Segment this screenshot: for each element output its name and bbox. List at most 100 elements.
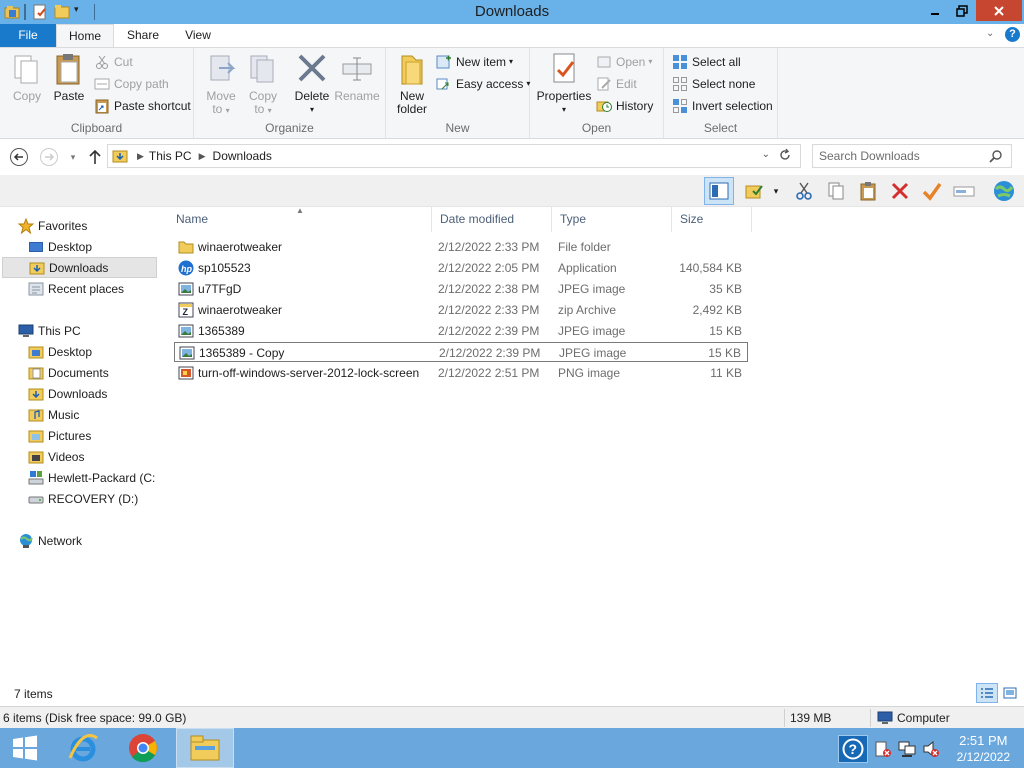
- tab-share[interactable]: Share: [116, 24, 170, 47]
- file-row[interactable]: 1365389 2/12/2022 2:39 PM JPEG image 15 …: [174, 321, 748, 341]
- open-button[interactable]: Open ▾: [596, 52, 652, 72]
- system-clock[interactable]: 2:51 PM 2/12/2022: [957, 733, 1010, 765]
- nav-pc-drive-c[interactable]: Hewlett-Packard (C:: [28, 467, 158, 488]
- nav-pc-pictures[interactable]: Pictures: [28, 425, 160, 446]
- volume-muted-tray-icon[interactable]: [922, 740, 940, 758]
- help-support-tray-button[interactable]: ?: [838, 735, 868, 763]
- edit-label: Edit: [616, 77, 637, 91]
- select-all-button[interactable]: Select all: [672, 52, 741, 72]
- file-row[interactable]: turn-off-windows-server-2012-lock-screen…: [174, 363, 748, 383]
- history-button[interactable]: History: [596, 96, 653, 116]
- file-row[interactable]: hp sp105523 2/12/2022 2:05 PM Applicatio…: [174, 258, 748, 278]
- nav-fav-downloads[interactable]: Downloads: [2, 257, 157, 278]
- nav-network[interactable]: Network: [18, 530, 160, 551]
- cut-button[interactable]: Cut: [94, 52, 133, 72]
- select-group-label: Select: [703, 121, 738, 135]
- copy-button[interactable]: Copy: [8, 52, 46, 103]
- easy-access-button[interactable]: Easy access ▾: [436, 74, 530, 94]
- file-row[interactable]: 1365389 - Copy 2/12/2022 2:39 PM JPEG im…: [174, 342, 748, 362]
- search-icon[interactable]: [989, 149, 1003, 163]
- forward-button[interactable]: [38, 147, 60, 167]
- file-name: 1365389: [198, 324, 245, 338]
- large-icons-view-button[interactable]: [1000, 683, 1020, 703]
- copy-to-button[interactable]: Copy to ▾: [244, 52, 282, 117]
- nav-pc-documents[interactable]: Documents: [28, 362, 160, 383]
- breadcrumb-this-pc[interactable]: This PC: [149, 149, 192, 163]
- details-status-bar: 6 items (Disk free space: 99.0 GB) 139 M…: [0, 706, 1024, 728]
- minimize-button[interactable]: [922, 0, 948, 21]
- tab-view[interactable]: View: [172, 24, 224, 47]
- copy-path-button[interactable]: Copy path: [94, 74, 169, 94]
- nav-favorites[interactable]: Favorites: [18, 215, 160, 236]
- cut-command-button[interactable]: [792, 179, 816, 203]
- chrome-taskbar-button[interactable]: [116, 728, 170, 768]
- column-header-size[interactable]: Size: [672, 207, 752, 232]
- refresh-icon[interactable]: [778, 148, 792, 162]
- search-input[interactable]: Search Downloads: [812, 144, 1012, 168]
- close-button[interactable]: [976, 0, 1022, 21]
- nav-pc-desktop[interactable]: Desktop: [28, 341, 160, 362]
- properties-button[interactable]: Properties ▾: [536, 52, 592, 116]
- network-tray-icon[interactable]: [898, 740, 916, 758]
- file-row[interactable]: winaerotweaker 2/12/2022 2:33 PM File fo…: [174, 237, 748, 257]
- maximize-button[interactable]: [949, 0, 975, 21]
- computer-icon: [18, 323, 34, 339]
- preview-pane-button[interactable]: [704, 177, 734, 205]
- file-type: File folder: [558, 240, 611, 254]
- paste-command-button[interactable]: [856, 179, 880, 203]
- internet-explorer-taskbar-button[interactable]: [56, 728, 110, 768]
- nav-pc-videos[interactable]: Videos: [28, 446, 160, 467]
- rename-command-button[interactable]: [952, 179, 976, 203]
- breadcrumb-chevron-icon[interactable]: ▶: [199, 151, 206, 162]
- paste-shortcut-button[interactable]: Paste shortcut: [94, 96, 191, 116]
- copy-command-button[interactable]: [824, 179, 848, 203]
- column-header-name[interactable]: Name ▲: [168, 206, 432, 232]
- desktop-icon: [28, 239, 44, 255]
- action-center-tray-icon[interactable]: [874, 740, 892, 758]
- nav-pc-drive-d[interactable]: RECOVERY (D:): [28, 488, 160, 509]
- file-row[interactable]: Z winaerotweaker 2/12/2022 2:33 PM zip A…: [174, 300, 748, 320]
- nav-fav-desktop[interactable]: Desktop: [28, 236, 160, 257]
- paste-button[interactable]: Paste: [50, 52, 88, 103]
- folder-options-dropdown[interactable]: ▾: [768, 179, 784, 203]
- nav-fav-recent-places[interactable]: Recent places: [28, 278, 160, 299]
- delete-command-button[interactable]: [888, 179, 912, 203]
- windows-logo-icon: [13, 735, 37, 761]
- details-view-button[interactable]: [976, 683, 998, 703]
- nav-pc-downloads[interactable]: Downloads: [28, 383, 160, 404]
- address-bar[interactable]: ▶ This PC ▶ Downloads ⌄: [107, 144, 801, 168]
- rename-button[interactable]: Rename: [334, 52, 380, 103]
- breadcrumb-downloads[interactable]: Downloads: [213, 149, 272, 163]
- new-item-button[interactable]: New item ▾: [436, 52, 513, 72]
- nav-pc-music[interactable]: Music: [28, 404, 160, 425]
- recent-locations-dropdown[interactable]: ▾: [62, 147, 84, 167]
- new-folder-button[interactable]: New folder: [392, 52, 432, 116]
- file-row[interactable]: u7TFgD 2/12/2022 2:38 PM JPEG image 35 K…: [174, 279, 748, 299]
- paste-icon: [53, 52, 85, 86]
- internet-globe-button[interactable]: [990, 179, 1018, 203]
- file-explorer-taskbar-button[interactable]: [176, 728, 234, 768]
- invert-selection-button[interactable]: Invert selection: [672, 96, 773, 116]
- tab-home[interactable]: Home: [56, 24, 114, 48]
- help-icon[interactable]: ?: [1005, 27, 1020, 42]
- cut-label: Cut: [114, 55, 133, 69]
- dropdown-arrow-icon: ▾: [309, 105, 314, 114]
- properties-command-button[interactable]: [920, 179, 944, 203]
- ribbon-expand-icon[interactable]: ⌄: [986, 28, 1000, 42]
- search-placeholder: Search Downloads: [819, 149, 920, 163]
- select-none-button[interactable]: Select none: [672, 74, 755, 94]
- move-to-button[interactable]: Move to ▾: [202, 52, 240, 117]
- edit-button[interactable]: Edit: [596, 74, 637, 94]
- breadcrumb-chevron-icon[interactable]: ▶: [137, 151, 144, 162]
- back-button[interactable]: [8, 147, 30, 167]
- up-button[interactable]: [84, 147, 106, 167]
- column-header-type[interactable]: Type: [552, 207, 672, 232]
- folder-options-button[interactable]: [742, 179, 766, 203]
- column-header-date[interactable]: Date modified: [432, 207, 552, 232]
- forward-arrow-icon: [40, 148, 58, 166]
- start-button[interactable]: [0, 728, 50, 768]
- address-history-dropdown[interactable]: ⌄: [762, 149, 770, 160]
- nav-this-pc[interactable]: This PC: [18, 320, 160, 341]
- delete-button[interactable]: Delete ▾: [290, 52, 334, 116]
- tab-file[interactable]: File: [0, 24, 56, 47]
